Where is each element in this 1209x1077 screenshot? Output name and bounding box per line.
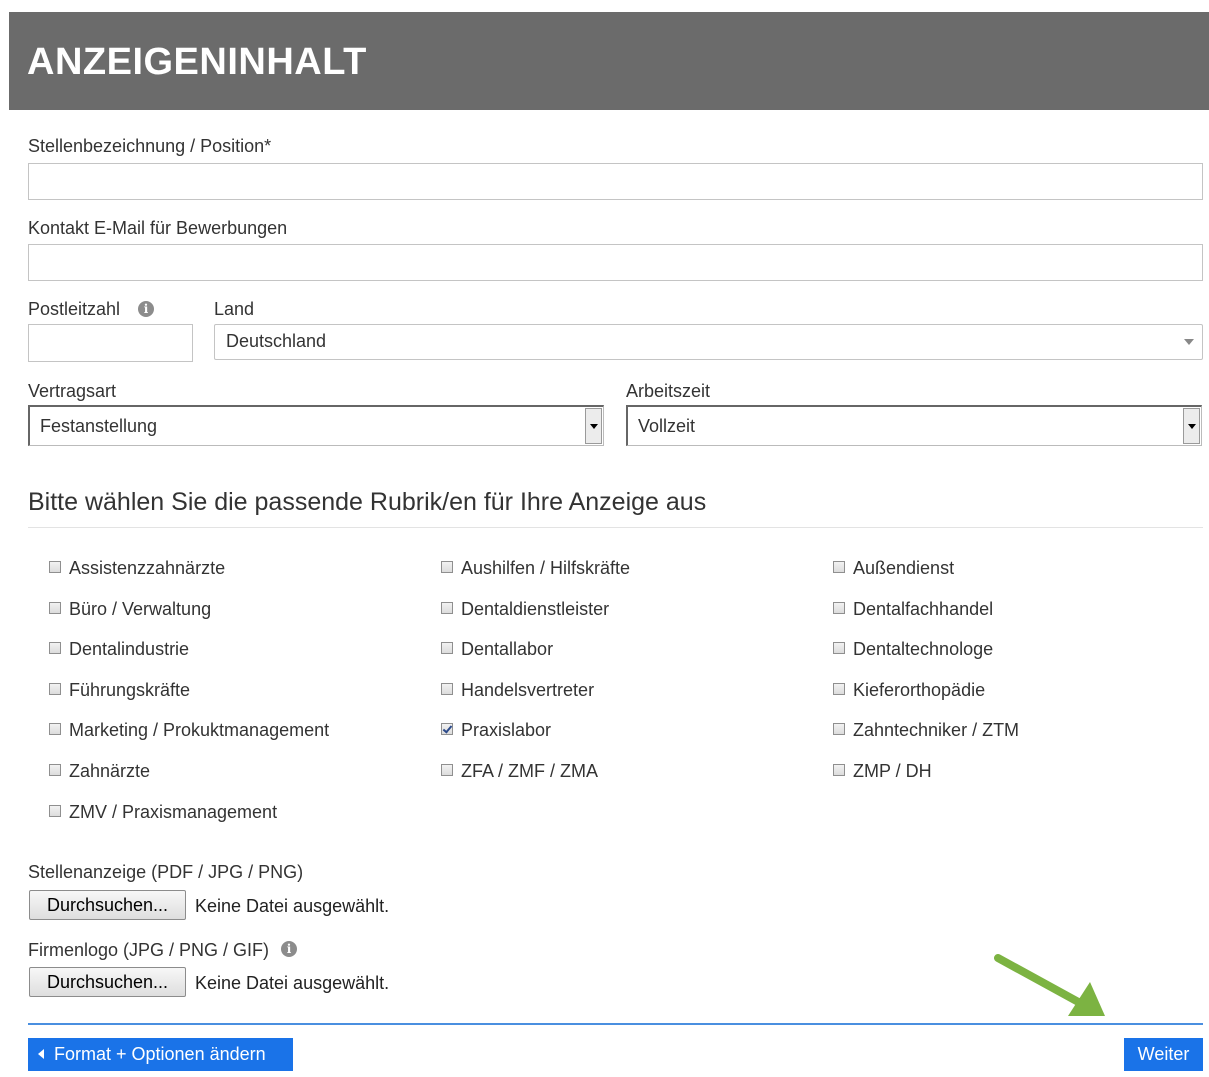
category-label: Handelsvertreter (461, 680, 595, 700)
category-checkbox[interactable] (49, 683, 61, 695)
section-divider (28, 527, 1203, 528)
category-label: Zahnärzte (69, 761, 151, 781)
logo-file-status: Keine Datei ausgewählt. (195, 973, 390, 993)
info-icon[interactable]: i (281, 941, 297, 957)
category-checkbox[interactable] (49, 723, 61, 735)
category-label: Dentaldienstleister (461, 599, 610, 619)
category-checkbox[interactable] (441, 723, 453, 735)
dropdown-button[interactable] (1183, 408, 1200, 444)
category-checkbox[interactable] (441, 602, 453, 614)
category-checkbox[interactable] (441, 642, 453, 654)
contract-select[interactable]: Festanstellung (28, 405, 604, 446)
logo-browse-button[interactable]: Durchsuchen... (29, 967, 186, 997)
category-label: Aushilfen / Hilfskräfte (461, 558, 631, 578)
position-input[interactable] (28, 163, 1203, 200)
category-label: Marketing / Prokuktmanagement (69, 720, 330, 740)
country-select-value: Deutschland (226, 331, 327, 351)
category-label: Dentalindustrie (69, 639, 190, 659)
category-checkbox[interactable] (49, 642, 61, 654)
category-label: ZMP / DH (853, 761, 932, 781)
contract-label: Vertragsart (28, 381, 117, 401)
category-checkbox[interactable] (833, 561, 845, 573)
category-checkbox[interactable] (49, 602, 61, 614)
category-label: Dentallabor (461, 639, 554, 659)
category-checkbox[interactable] (441, 764, 453, 776)
category-label: Dentalfachhandel (853, 599, 994, 619)
back-button-label: Format + Optionen ändern (54, 1044, 266, 1064)
footer-divider (28, 1023, 1203, 1025)
green-arrow-icon (994, 954, 1105, 1016)
category-label: Außendienst (853, 558, 955, 578)
postal-label: Postleitzahl (28, 299, 121, 319)
category-label: Büro / Verwaltung (69, 599, 212, 619)
category-label: Assistenzzahnärzte (69, 558, 226, 578)
contract-select-value: Festanstellung (40, 416, 158, 436)
category-label: Praxislabor (461, 720, 552, 740)
info-icon[interactable]: i (138, 301, 154, 317)
triangle-down-icon (590, 424, 598, 429)
category-checkbox[interactable] (441, 683, 453, 695)
category-label: ZMV / Praxismanagement (69, 802, 278, 822)
category-label: Dentaltechnologe (853, 639, 994, 659)
worktime-select-value: Vollzeit (638, 416, 696, 436)
logo-upload-label: Firmenlogo (JPG / PNG / GIF) (28, 940, 270, 960)
position-label: Stellenbezeichnung / Position* (28, 136, 272, 156)
ad-browse-button[interactable]: Durchsuchen... (29, 890, 186, 920)
ad-file-status: Keine Datei ausgewählt. (195, 896, 390, 916)
postal-input[interactable] (28, 324, 193, 362)
chevron-left-icon (38, 1049, 44, 1060)
categories-title: Bitte wählen Sie die passende Rubrik/en … (28, 488, 707, 516)
category-checkbox[interactable] (441, 561, 453, 573)
category-label: ZFA / ZMF / ZMA (461, 761, 598, 781)
country-label: Land (214, 299, 255, 319)
page-title: ANZEIGENINHALT (27, 41, 367, 83)
category-checkbox[interactable] (49, 764, 61, 776)
category-label: Zahntechniker / ZTM (853, 720, 1020, 740)
category-label: Kieferorthopädie (853, 680, 986, 700)
category-checkbox[interactable] (833, 642, 845, 654)
email-label: Kontakt E-Mail für Bewerbungen (28, 218, 288, 238)
worktime-select[interactable]: Vollzeit (626, 405, 1202, 446)
category-checkbox[interactable] (833, 723, 845, 735)
next-button[interactable]: Weiter (1124, 1038, 1203, 1071)
page-header: ANZEIGENINHALT (9, 12, 1209, 110)
category-checkbox[interactable] (833, 683, 845, 695)
ad-upload-label: Stellenanzeige (PDF / JPG / PNG) (28, 862, 304, 882)
triangle-down-icon (1188, 424, 1196, 429)
category-checkbox[interactable] (833, 764, 845, 776)
country-select[interactable]: Deutschland (214, 324, 1203, 360)
back-button[interactable]: Format + Optionen ändern (28, 1038, 293, 1071)
category-label: Führungskräfte (69, 680, 191, 700)
chevron-down-icon (1184, 339, 1194, 345)
email-input[interactable] (28, 244, 1203, 281)
category-checkbox[interactable] (833, 602, 845, 614)
category-checkbox[interactable] (49, 805, 61, 817)
worktime-label: Arbeitszeit (626, 381, 711, 401)
category-checkbox[interactable] (49, 561, 61, 573)
dropdown-button[interactable] (585, 408, 602, 444)
